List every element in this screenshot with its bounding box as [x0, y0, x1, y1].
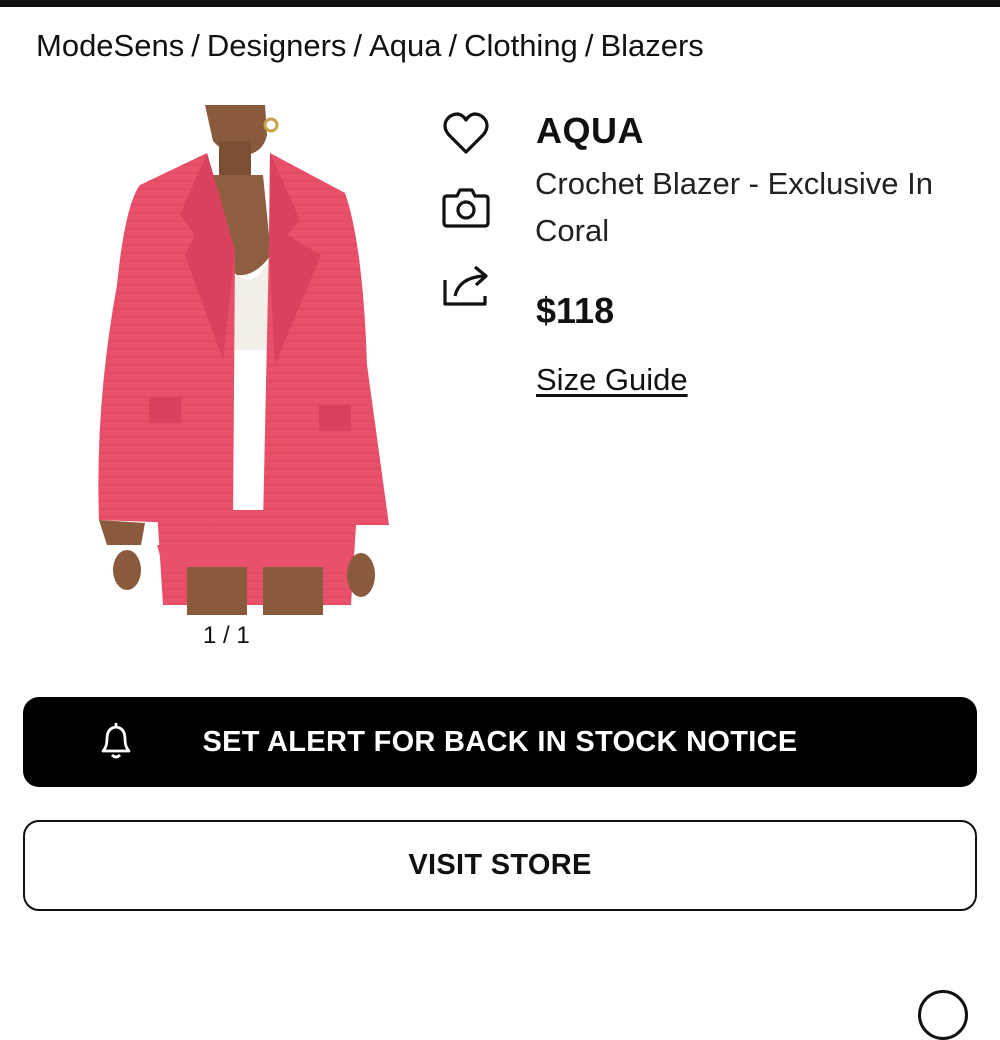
- share-icon[interactable]: [441, 262, 491, 310]
- breadcrumb-item-modesens[interactable]: ModeSens: [36, 28, 184, 63]
- breadcrumb-item-aqua[interactable]: Aqua: [369, 28, 441, 63]
- bell-icon: [97, 719, 135, 761]
- breadcrumb-separator: /: [353, 28, 363, 63]
- breadcrumb-item-designers[interactable]: Designers: [207, 28, 347, 63]
- heart-icon[interactable]: [441, 110, 491, 158]
- heart-icon-svg: [443, 112, 489, 154]
- product-title: Crochet Blazer - Exclusive In Coral: [535, 166, 933, 248]
- top-border: [0, 0, 1000, 7]
- image-counter: 1 / 1: [203, 622, 250, 649]
- stock-alert-button[interactable]: SET ALERT FOR BACK IN STOCK NOTICE: [23, 697, 977, 787]
- camera-icon-svg: [442, 188, 490, 228]
- visit-store-button[interactable]: VISIT STORE: [23, 820, 977, 911]
- visit-store-label: VISIT STORE: [408, 849, 592, 881]
- breadcrumb-separator: /: [448, 28, 458, 63]
- breadcrumb-separator: /: [584, 28, 594, 63]
- product-image[interactable]: [95, 105, 395, 615]
- floating-help-button[interactable]: [918, 990, 968, 1040]
- breadcrumb: ModeSens / Designers / Aqua / Clothing / Blazers: [36, 28, 704, 64]
- product-photo: [98, 105, 389, 615]
- breadcrumb-item-clothing[interactable]: Clothing: [464, 28, 578, 63]
- brand-name[interactable]: AQUA: [536, 110, 644, 152]
- product-price: $118: [536, 290, 615, 331]
- share-icon-svg: [443, 265, 488, 306]
- breadcrumb-item-blazers[interactable]: Blazers: [600, 28, 703, 63]
- breadcrumb-separator: /: [191, 28, 200, 63]
- stock-alert-label: SET ALERT FOR BACK IN STOCK NOTICE: [202, 725, 798, 758]
- camera-icon[interactable]: [441, 184, 491, 232]
- size-guide-link[interactable]: Size Guide: [536, 362, 688, 398]
